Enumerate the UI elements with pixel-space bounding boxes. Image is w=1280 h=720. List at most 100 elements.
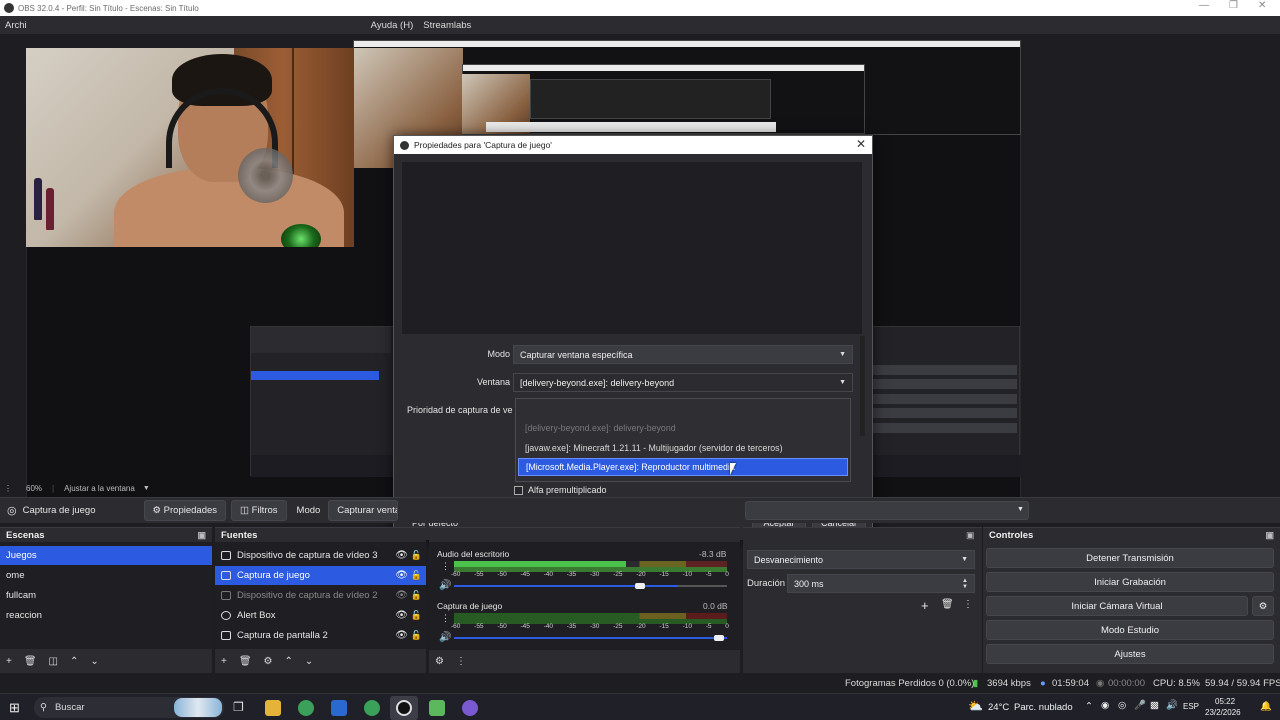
dropdown-option[interactable]: [javaw.exe]: Minecraft 1.21.11 - Multiju…: [518, 439, 848, 457]
language-indicator[interactable]: ESP: [1183, 702, 1199, 711]
alpha-checkbox[interactable]: [514, 485, 523, 495]
lock-icon[interactable]: 🔓: [411, 630, 422, 641]
stepper-icon[interactable]: ▲ ▼: [962, 578, 968, 590]
dialog-scrollbar[interactable]: [860, 336, 865, 436]
lock-icon[interactable]: 🔓: [411, 610, 422, 621]
scene-item[interactable]: Juegos: [0, 546, 212, 565]
discord-icon[interactable]: [462, 700, 478, 716]
settings-button[interactable]: Ajustes: [986, 644, 1274, 664]
notification-icon[interactable]: 🔔: [1260, 701, 1272, 712]
duration-input[interactable]: 300 ms ▲ ▼: [787, 574, 975, 593]
windows-start-icon[interactable]: ⊞: [9, 700, 20, 716]
menu-dots-icon[interactable]: ⋮: [456, 656, 466, 667]
lock-icon[interactable]: 🔓: [411, 550, 422, 561]
virtual-camera-settings-button[interactable]: ⚙: [1252, 596, 1274, 616]
trash-icon[interactable]: 🗑: [24, 656, 37, 667]
maximize-icon[interactable]: ❐: [1229, 0, 1238, 11]
add-icon[interactable]: +: [6, 656, 12, 667]
filters-button[interactable]: ◫ Filtros: [231, 500, 287, 521]
menu-file[interactable]: Archi: [5, 20, 27, 31]
source-item[interactable]: Captura de juego 👁 🔓: [215, 566, 426, 585]
channel-menu-icon[interactable]: ⋮: [441, 613, 450, 624]
start-virtual-camera-button[interactable]: Iniciar Cámara Virtual: [986, 596, 1248, 616]
filter-icon[interactable]: ◫: [49, 656, 58, 667]
volume-slider-knob[interactable]: [635, 583, 645, 589]
fit-window-label[interactable]: Ajustar a la ventana: [64, 484, 135, 493]
file-explorer-icon[interactable]: [265, 700, 281, 716]
volume-icon[interactable]: 🔊: [1166, 700, 1178, 711]
gear-icon: ⚙: [152, 505, 162, 516]
undock-icon[interactable]: ▣: [966, 530, 975, 541]
zoom-menu-icon[interactable]: ⋮: [4, 484, 12, 493]
minecraft-icon[interactable]: [429, 700, 445, 716]
scene-item[interactable]: ome: [0, 566, 212, 585]
scene-item[interactable]: reaccion: [0, 606, 212, 625]
tray-icon[interactable]: ◉: [1101, 700, 1109, 711]
mode-toolbar-select[interactable]: Capturar ventan: [328, 500, 399, 521]
eye-off-icon[interactable]: 👁: [395, 590, 408, 601]
source-item[interactable]: Captura de pantalla 2 👁 🔓: [215, 626, 426, 645]
eye-icon[interactable]: 👁: [395, 570, 408, 581]
menu-dots-icon[interactable]: ⋮: [963, 599, 973, 610]
transition-select[interactable]: Desvanecimiento ▼: [747, 550, 975, 569]
studio-mode-button[interactable]: Modo Estudio: [986, 620, 1274, 640]
start-recording-button[interactable]: Iniciar Grabación: [986, 572, 1274, 592]
zoom-value[interactable]: 60%: [26, 484, 42, 493]
undock-icon[interactable]: ▣: [1265, 530, 1274, 541]
weather-temp[interactable]: 24°C: [988, 702, 1009, 713]
chevron-down-icon[interactable]: ⌄: [90, 656, 98, 667]
scene-item[interactable]: fullcam: [0, 586, 212, 605]
dropdown-option-selected[interactable]: [Microsoft.Media.Player.exe]: Reproducto…: [518, 458, 848, 476]
clock-date[interactable]: 23/2/2026: [1205, 708, 1241, 717]
toolbar-window-select[interactable]: [745, 501, 1029, 520]
lock-icon[interactable]: 🔓: [411, 590, 422, 601]
close-icon[interactable]: ✕: [856, 137, 866, 151]
microphone-icon[interactable]: 🎤: [1134, 700, 1146, 711]
link-gear-icon[interactable]: ⚙: [435, 656, 444, 667]
undock-icon[interactable]: ▣: [197, 530, 206, 541]
window-dropdown-list[interactable]: [delivery-beyond.exe]: delivery-beyond […: [515, 398, 851, 482]
task-view-icon[interactable]: ❐: [233, 700, 249, 716]
source-item[interactable]: Alert Box 👁 🔓: [215, 606, 426, 625]
eye-icon[interactable]: 👁: [395, 630, 408, 641]
alpha-checkbox-row[interactable]: Alfa premultiplicado: [514, 485, 607, 495]
trash-icon[interactable]: 🗑: [239, 656, 252, 667]
chrome-profile-icon[interactable]: [364, 700, 380, 716]
volume-slider-knob[interactable]: [714, 635, 724, 641]
dropdown-option[interactable]: [delivery-beyond.exe]: delivery-beyond: [518, 419, 848, 437]
menu-help[interactable]: Ayuda (H): [371, 20, 414, 31]
window-select[interactable]: [delivery-beyond.exe]: delivery-beyond ▼: [513, 373, 853, 392]
lock-icon[interactable]: 🔓: [411, 570, 422, 581]
gear-icon[interactable]: ⚙: [264, 656, 273, 667]
add-icon[interactable]: +: [921, 598, 929, 613]
chevron-down-icon[interactable]: ⌄: [305, 656, 313, 667]
chrome-icon[interactable]: [298, 700, 314, 716]
source-item[interactable]: Dispositivo de captura de vídeo 3 👁 🔓: [215, 546, 426, 565]
outlook-icon[interactable]: [331, 700, 347, 716]
network-icon[interactable]: ▩: [1150, 700, 1159, 711]
chevron-up-icon[interactable]: ⌃: [70, 656, 78, 667]
eye-icon[interactable]: 👁: [395, 550, 408, 561]
minimize-icon[interactable]: —: [1199, 0, 1209, 11]
eye-icon[interactable]: 👁: [395, 610, 408, 621]
trash-icon[interactable]: 🗑: [941, 599, 954, 610]
volume-slider-fill[interactable]: [454, 637, 727, 639]
chevron-down-icon[interactable]: ▼: [143, 485, 150, 492]
mode-select[interactable]: Capturar ventana específica ▼: [513, 345, 853, 364]
stop-stream-button[interactable]: Detener Transmisión: [986, 548, 1274, 568]
tray-icon[interactable]: ◎: [1118, 700, 1126, 711]
taskbar-search[interactable]: ⚲ Buscar: [34, 697, 224, 718]
channel-menu-icon[interactable]: ⋮: [441, 561, 450, 572]
speaker-icon[interactable]: 🔊: [439, 580, 451, 591]
add-icon[interactable]: +: [221, 656, 227, 667]
weather-desc[interactable]: Parc. nublado: [1014, 702, 1073, 713]
properties-button[interactable]: ⚙ Propiedades: [143, 500, 227, 521]
chevron-down-icon[interactable]: ▼: [1017, 506, 1024, 513]
chevron-up-icon[interactable]: ⌃: [285, 656, 293, 667]
speaker-icon[interactable]: 🔊: [439, 632, 451, 643]
clock-time[interactable]: 05:22: [1215, 697, 1235, 706]
source-item[interactable]: Dispositivo de captura de vídeo 2 👁 🔓: [215, 586, 426, 605]
menu-streamlabs[interactable]: Streamlabs: [423, 20, 471, 31]
chevron-up-icon[interactable]: ⌃: [1085, 701, 1093, 712]
close-window-icon[interactable]: ✕: [1258, 0, 1266, 11]
